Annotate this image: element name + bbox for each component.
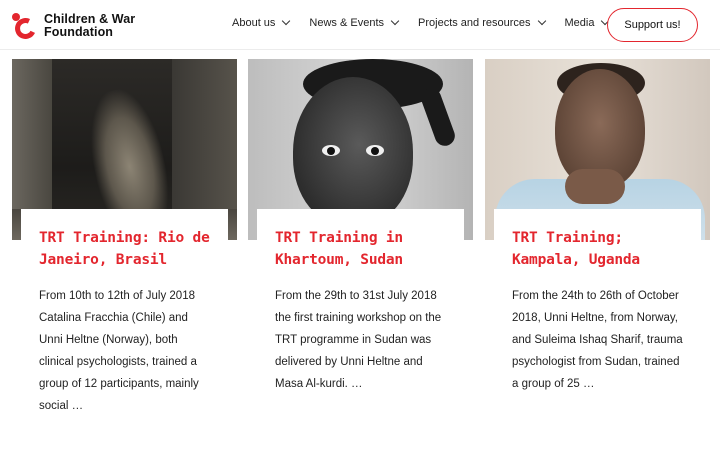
- card-excerpt: From the 24th to 26th of October 2018, U…: [512, 290, 683, 390]
- chevron-down-icon: [537, 16, 546, 26]
- nav-label: About us: [232, 17, 276, 29]
- nav-item-news-events[interactable]: News & Events: [309, 16, 400, 29]
- card-title[interactable]: TRT Training in Khartoum, Sudan: [275, 227, 446, 271]
- card-title[interactable]: TRT Training: Rio de Janeiro, Brasil: [39, 227, 210, 271]
- site-logo[interactable]: Children & War Foundation: [12, 10, 152, 42]
- card-title[interactable]: TRT Training; Kampala, Uganda: [512, 227, 683, 271]
- support-us-button[interactable]: Support us!: [607, 8, 698, 42]
- nav-label: Media: [564, 17, 595, 29]
- news-card[interactable]: TRT Training in Khartoum, Sudan From the…: [248, 59, 473, 449]
- site-header: Children & War Foundation About us News …: [0, 0, 720, 50]
- card-body: TRT Training in Khartoum, Sudan From the…: [257, 209, 464, 395]
- logo-line-2: Foundation: [44, 25, 114, 39]
- nav-item-projects-resources[interactable]: Projects and resources: [418, 16, 546, 29]
- children-and-war-logo-icon: [12, 13, 39, 42]
- nav-item-about-us[interactable]: About us: [232, 16, 291, 29]
- logo-wordmark: Children & War Foundation: [44, 13, 135, 39]
- nav-label: Projects and resources: [418, 17, 531, 29]
- nav-item-media[interactable]: Media: [564, 16, 610, 29]
- card-excerpt: From the 29th to 31st July 2018 the firs…: [275, 290, 442, 390]
- card-body: TRT Training; Kampala, Uganda From the 2…: [494, 209, 701, 395]
- news-card[interactable]: TRT Training: Rio de Janeiro, Brasil Fro…: [12, 59, 237, 449]
- chevron-down-icon: [390, 16, 400, 26]
- nav-label: News & Events: [309, 17, 385, 29]
- card-body: TRT Training: Rio de Janeiro, Brasil Fro…: [21, 209, 228, 417]
- card-excerpt: From 10th to 12th of July 2018 Catalina …: [39, 290, 199, 412]
- main-nav: About us News & Events Projects and reso…: [232, 16, 610, 29]
- chevron-down-icon: [282, 16, 291, 26]
- news-card[interactable]: TRT Training; Kampala, Uganda From the 2…: [485, 59, 710, 449]
